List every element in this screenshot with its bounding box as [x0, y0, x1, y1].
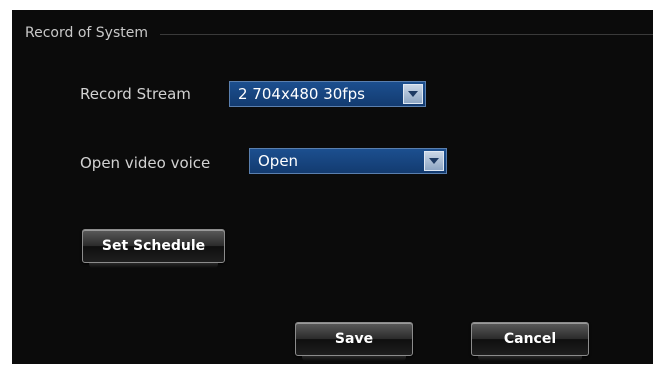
open-video-voice-select[interactable]: Open [249, 148, 447, 174]
record-stream-select[interactable]: 2 704x480 30fps [229, 81, 426, 107]
set-schedule-button[interactable]: Set Schedule [82, 229, 225, 268]
open-video-voice-value: Open [258, 152, 299, 170]
cancel-button[interactable]: Cancel [471, 322, 589, 361]
record-stream-label: Record Stream [80, 85, 191, 103]
chevron-down-icon[interactable] [424, 151, 444, 171]
chevron-down-icon[interactable] [403, 84, 423, 104]
section-divider [159, 33, 653, 35]
record-stream-value: 2 704x480 30fps [238, 85, 365, 103]
save-button[interactable]: Save [295, 322, 413, 361]
section-header: Record of System [25, 25, 653, 41]
open-video-voice-label: Open video voice [80, 154, 211, 172]
section-title: Record of System [25, 25, 148, 41]
settings-panel [12, 10, 653, 364]
